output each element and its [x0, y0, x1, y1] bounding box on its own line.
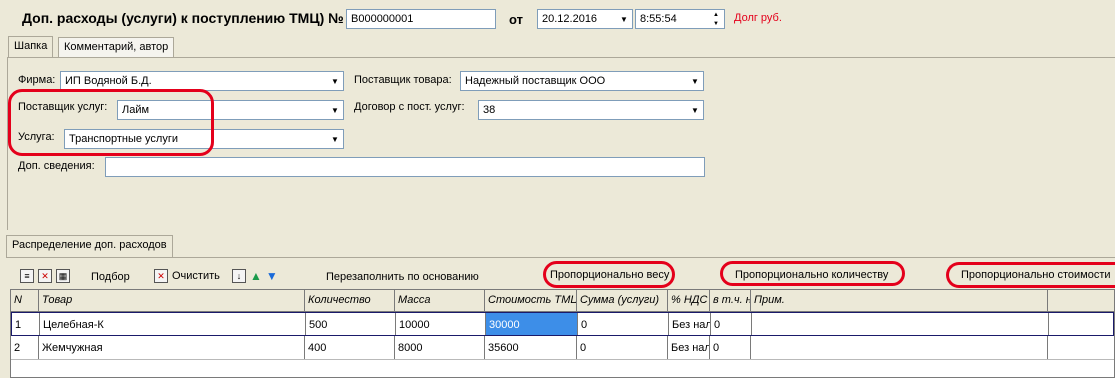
copy-row-icon[interactable]: ▦	[56, 269, 70, 283]
chevron-down-icon[interactable]: ▼	[616, 10, 632, 28]
chevron-down-icon[interactable]: ▼	[687, 101, 703, 119]
table-cell-selected[interactable]: 30000	[486, 313, 578, 335]
table-header: N Товар Количество Масса Стоимость ТМЦ С…	[11, 290, 1114, 312]
delete-row-icon[interactable]: ✕	[38, 269, 52, 283]
column-header[interactable]: Сумма (услуги)	[577, 290, 668, 311]
table-cell[interactable]: 35600	[485, 336, 577, 359]
from-label: от	[509, 12, 523, 27]
table-cell[interactable]: 400	[305, 336, 395, 359]
firm-value: ИП Водяной Б.Д.	[65, 75, 152, 87]
clear-label: Очистить	[172, 270, 220, 282]
table-cell[interactable]: 10000	[396, 313, 486, 335]
table-cell[interactable]: Без нал	[669, 313, 711, 335]
column-header[interactable]: Стоимость ТМЦ	[485, 290, 577, 311]
table-cell[interactable]	[752, 313, 1049, 335]
table-cell[interactable]: Жемчужная	[39, 336, 305, 359]
table-cell[interactable]: 0	[577, 336, 668, 359]
sort-buttons: ↓ ▲ ▼	[232, 269, 278, 283]
spin-down-icon[interactable]: ▼	[708, 19, 724, 28]
chevron-down-icon[interactable]: ▼	[327, 130, 343, 148]
tab-comment-author[interactable]: Комментарий, автор	[58, 37, 175, 57]
clear-button[interactable]: ✕ Очистить	[154, 269, 220, 283]
column-header[interactable]: Прим.	[751, 290, 1048, 311]
firm-select[interactable]: ИП Водяной Б.Д. ▼	[60, 71, 344, 91]
table-cell[interactable]: 0	[578, 313, 669, 335]
firm-label: Фирма:	[18, 74, 56, 86]
table-row[interactable]: 2 Жемчужная 400 8000 35600 0 Без нал 0	[11, 336, 1114, 360]
select-button[interactable]: Подбор	[91, 271, 130, 283]
highlight-annotation	[720, 261, 905, 286]
table-cell[interactable]	[751, 336, 1048, 359]
spin-up-icon[interactable]: ▲	[708, 10, 724, 19]
table-cell[interactable]: Целебная-К	[40, 313, 306, 335]
highlight-annotation	[543, 261, 675, 288]
clear-icon: ✕	[154, 269, 168, 283]
page-title: Доп. расходы (услуги) к поступлению ТМЦ)…	[22, 10, 344, 26]
table-cell[interactable]: 8000	[395, 336, 485, 359]
column-header[interactable]: % НДС	[668, 290, 710, 311]
sort-icon[interactable]: ↓	[232, 269, 246, 283]
distribution-table: N Товар Количество Масса Стоимость ТМЦ С…	[10, 289, 1115, 378]
arrow-down-icon[interactable]: ▼	[266, 269, 278, 283]
refill-button[interactable]: Перезаполнить по основанию	[326, 271, 479, 283]
arrow-up-icon[interactable]: ▲	[250, 269, 262, 283]
column-header[interactable]: в т.ч. н	[710, 290, 751, 311]
new-row-icon[interactable]: ≡	[20, 269, 34, 283]
bottom-tab-divider	[6, 257, 1115, 258]
extra-info-label: Доп. сведения:	[18, 160, 95, 172]
table-cell[interactable]: 500	[306, 313, 396, 335]
tab-cost-distribution[interactable]: Распределение доп. расходов	[6, 235, 173, 257]
contract-label: Договор с пост. услуг:	[354, 101, 465, 113]
time-field[interactable]: 8:55:54 ▲ ▼	[635, 9, 725, 29]
contract-select[interactable]: 38 ▼	[478, 100, 704, 120]
supplier-goods-select[interactable]: Надежный поставщик ООО ▼	[460, 71, 704, 91]
column-header[interactable]: Масса	[395, 290, 485, 311]
contract-value: 38	[483, 104, 496, 116]
chevron-down-icon[interactable]: ▼	[327, 72, 343, 90]
tab-divider	[8, 57, 1115, 58]
chevron-down-icon[interactable]: ▼	[327, 101, 343, 119]
supplier-goods-label: Поставщик товара:	[354, 74, 452, 86]
toolbar-icons-left: ≡ ✕ ▦	[20, 269, 70, 283]
column-header[interactable]: N	[11, 290, 39, 311]
table-cell[interactable]: 0	[711, 313, 752, 335]
date-value: 20.12.2016	[542, 13, 598, 25]
highlight-annotation	[8, 89, 214, 156]
column-header[interactable]: Количество	[305, 290, 395, 311]
doc-number-field[interactable]: B000000001	[346, 9, 496, 29]
supplier-goods-value: Надежный поставщик ООО	[465, 75, 606, 87]
extra-info-input[interactable]	[105, 157, 705, 177]
time-value: 8:55:54	[640, 13, 677, 25]
table-cell[interactable]: 2	[11, 336, 39, 359]
highlight-annotation	[946, 262, 1115, 288]
column-header[interactable]: Товар	[39, 290, 305, 311]
date-field[interactable]: 20.12.2016 ▼	[537, 9, 633, 29]
table-cell[interactable]: Без нал	[668, 336, 710, 359]
debt-label: Долг руб.	[734, 12, 782, 24]
table-cell[interactable]: 0	[710, 336, 751, 359]
table-cell[interactable]: 1	[12, 313, 40, 335]
table-row[interactable]: 1 Целебная-К 500 10000 30000 0 Без нал 0	[11, 312, 1114, 336]
tab-header[interactable]: Шапка	[8, 36, 54, 58]
chevron-down-icon[interactable]: ▼	[687, 72, 703, 90]
